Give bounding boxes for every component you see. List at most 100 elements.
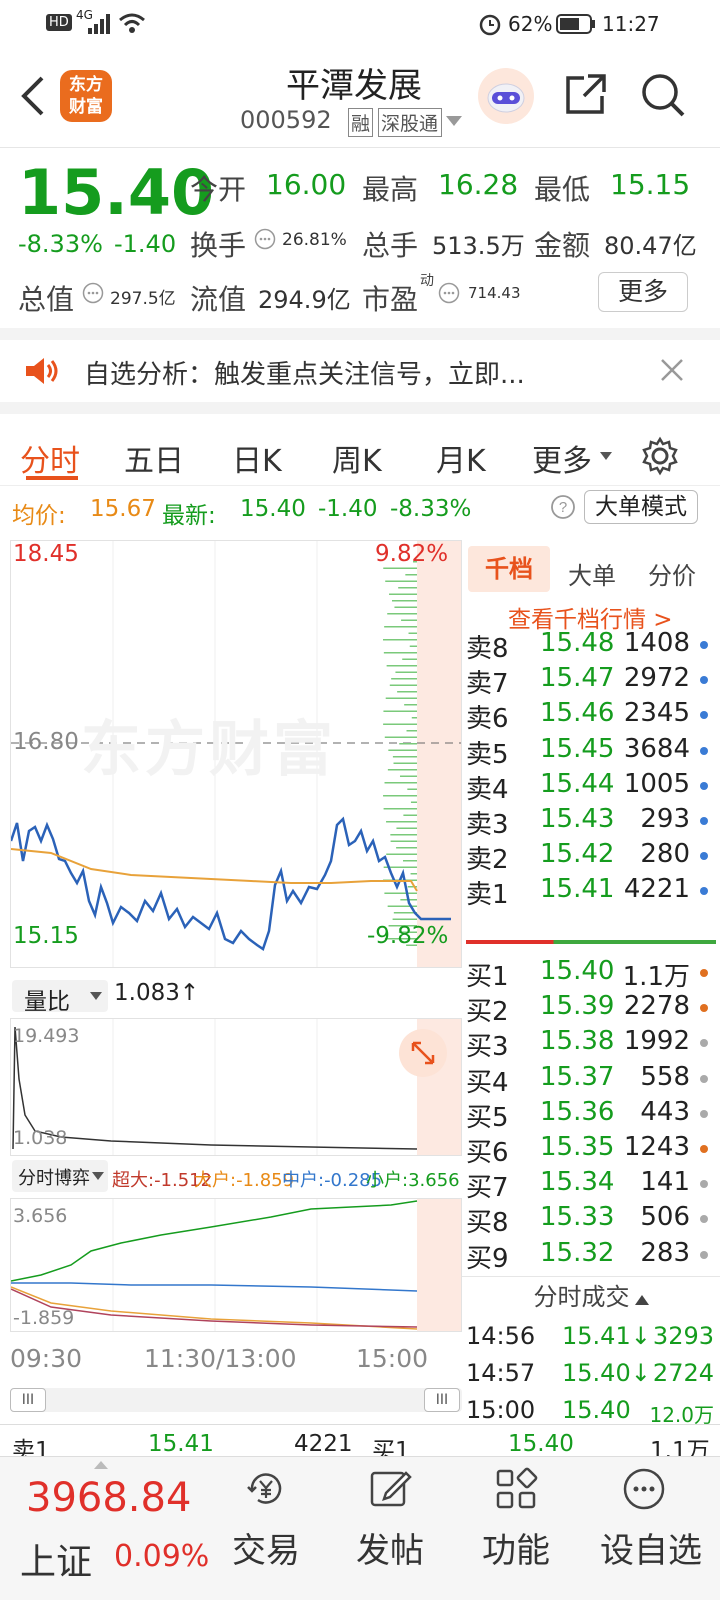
ask-row[interactable]: 卖3 15.43 293 (466, 804, 716, 840)
info-dots-icon[interactable] (254, 228, 276, 250)
help-icon[interactable]: ? (550, 494, 576, 520)
ask-row[interactable]: 卖8 15.48 1408 (466, 628, 716, 664)
bid-row[interactable]: 买7 15.34 141 (466, 1167, 716, 1203)
volume-bar (399, 743, 417, 745)
info-dots-icon[interactable] (438, 282, 460, 304)
slider-handle-left[interactable]: III (10, 1388, 46, 1412)
volume-bar (410, 873, 417, 875)
flow-small: 小户:3.656 (366, 1170, 460, 1191)
volume-ratio-selector[interactable]: 量比 (12, 980, 108, 1015)
info-dots-icon[interactable] (82, 282, 104, 304)
avg-label: 均价: (12, 503, 66, 529)
ask-row[interactable]: 卖5 15.45 3684 (466, 734, 716, 770)
price-info-line: 均价: 15.67 最新: 15.40 -1.40 -8.33% ? 大单模式 (0, 488, 720, 529)
bid-row[interactable]: 买9 15.32 283 (466, 1238, 716, 1274)
bid-row[interactable]: 买1 15.40 1.1万 (466, 956, 716, 992)
ask-dot (700, 676, 708, 685)
nav-functions[interactable]: 功能 (456, 1457, 576, 1601)
avg-value: 15.67 (90, 496, 156, 522)
index-ticker[interactable]: 3968.84 上证 0.09% (0, 1457, 220, 1601)
orderbook-tab-big[interactable]: 大单 (568, 556, 616, 591)
ask-dot (700, 887, 708, 896)
flow-axis-bottom: -1.859 (13, 1307, 75, 1329)
orderbook-tab-price[interactable]: 分价 (648, 556, 696, 591)
fund-flow-selector[interactable]: 分时博弈 (12, 1160, 108, 1192)
latest-value: 15.40 (240, 496, 306, 522)
volume-bar (411, 717, 417, 719)
notice-bar[interactable]: 自选分析：触发重点关注信号，立即... (0, 340, 720, 402)
pct-axis-top: 9.82% (375, 541, 449, 567)
ask-row[interactable]: 卖6 15.46 2345 (466, 698, 716, 734)
tab-daily[interactable]: 日K (232, 436, 282, 480)
caret-down-icon[interactable] (446, 116, 462, 126)
ask-row[interactable]: 卖4 15.44 1005 (466, 769, 716, 805)
expand-icon[interactable] (399, 1029, 447, 1077)
last-price: 15.40 (18, 156, 215, 229)
search-icon[interactable] (640, 72, 686, 118)
bid-volume: 558 (640, 1061, 690, 1092)
close-icon[interactable] (660, 358, 684, 382)
ask-volume: 2345 (623, 698, 690, 729)
small-order-line (11, 1200, 418, 1282)
volume-bar (393, 762, 417, 764)
bid-row[interactable]: 买5 15.36 443 (466, 1097, 716, 1133)
trades-header[interactable]: 分时成交 (462, 1276, 720, 1316)
bid-row[interactable]: 买3 15.38 1992 (466, 1026, 716, 1062)
gear-icon[interactable] (640, 436, 680, 476)
ask-volume: 2972 (623, 663, 690, 694)
tab-five-day[interactable]: 五日 (124, 436, 184, 480)
ask-price: 15.42 (540, 839, 615, 870)
ask-row[interactable]: 卖2 15.42 280 (466, 839, 716, 875)
alarm-icon (479, 14, 501, 36)
volume-bar (401, 619, 417, 621)
ask-price: 15.41 (540, 874, 615, 905)
ask-row[interactable]: 卖7 15.47 2972 (466, 663, 716, 699)
bid-level: 买9 (466, 1243, 509, 1274)
nav-add-watchlist[interactable]: 设自选 (582, 1457, 720, 1601)
bid-row[interactable]: 买4 15.37 558 (466, 1062, 716, 1098)
intraday-chart[interactable]: 东方财富 18.45 16.80 15.15 9.82% -9.82% (10, 540, 462, 968)
volume-bar (394, 606, 417, 608)
more-button[interactable]: 更多 (598, 272, 688, 312)
bid-row[interactable]: 买6 15.35 1243 (466, 1132, 716, 1168)
after-hours-shade (417, 541, 461, 967)
tab-monthly[interactable]: 月K (436, 436, 486, 480)
robot-avatar-icon[interactable] (478, 68, 534, 124)
big-order-mode-button[interactable]: 大单模式 (584, 490, 698, 524)
volume-label: 总手 (362, 229, 419, 262)
bid-price: 15.32 (540, 1237, 615, 1268)
nav-post[interactable]: 发帖 (330, 1457, 450, 1601)
nav-functions-label: 功能 (482, 1531, 550, 1571)
bid-level: 买2 (466, 997, 509, 1028)
share-icon[interactable] (562, 72, 608, 118)
slider-handle-right[interactable]: III (424, 1388, 460, 1412)
bid-price: 15.39 (540, 991, 615, 1022)
wifi-icon (119, 13, 145, 33)
bid-row[interactable]: 买2 15.39 2278 (466, 991, 716, 1027)
more-dots-icon (623, 1468, 665, 1510)
pct-axis-bottom: -9.82% (367, 923, 449, 949)
nav-trade[interactable]: 交易 (206, 1457, 326, 1601)
caret-down-icon[interactable] (600, 452, 612, 460)
orderbook-tab-depth[interactable]: 千档 (468, 546, 550, 592)
volume-bar (397, 691, 417, 693)
tab-more[interactable]: 更多 (532, 436, 592, 480)
eastmoney-logo[interactable]: 东方 财富 (60, 70, 112, 122)
bid-row[interactable]: 买8 15.33 506 (466, 1202, 716, 1238)
ask-row[interactable]: 卖1 15.41 4221 (466, 874, 716, 910)
spread-bar (466, 940, 716, 944)
tab-intraday[interactable]: 分时 (20, 436, 80, 480)
high-value: 16.28 (438, 168, 519, 201)
time-range-slider[interactable]: III III (10, 1388, 462, 1412)
volume-bar (390, 834, 417, 836)
bid-price: 15.33 (540, 1202, 615, 1233)
volume-bar (405, 574, 417, 576)
index-name: 上证 (20, 1542, 93, 1583)
tab-weekly[interactable]: 周K (332, 436, 382, 480)
ask-volume: 4221 (623, 874, 690, 905)
trade-row: 14:57 15.40↓ 2724 (466, 1359, 716, 1395)
volume-bar (408, 632, 417, 634)
back-arrow-icon[interactable] (18, 74, 48, 118)
volume-bar (387, 769, 417, 771)
ask-price: 15.48 (540, 628, 615, 658)
